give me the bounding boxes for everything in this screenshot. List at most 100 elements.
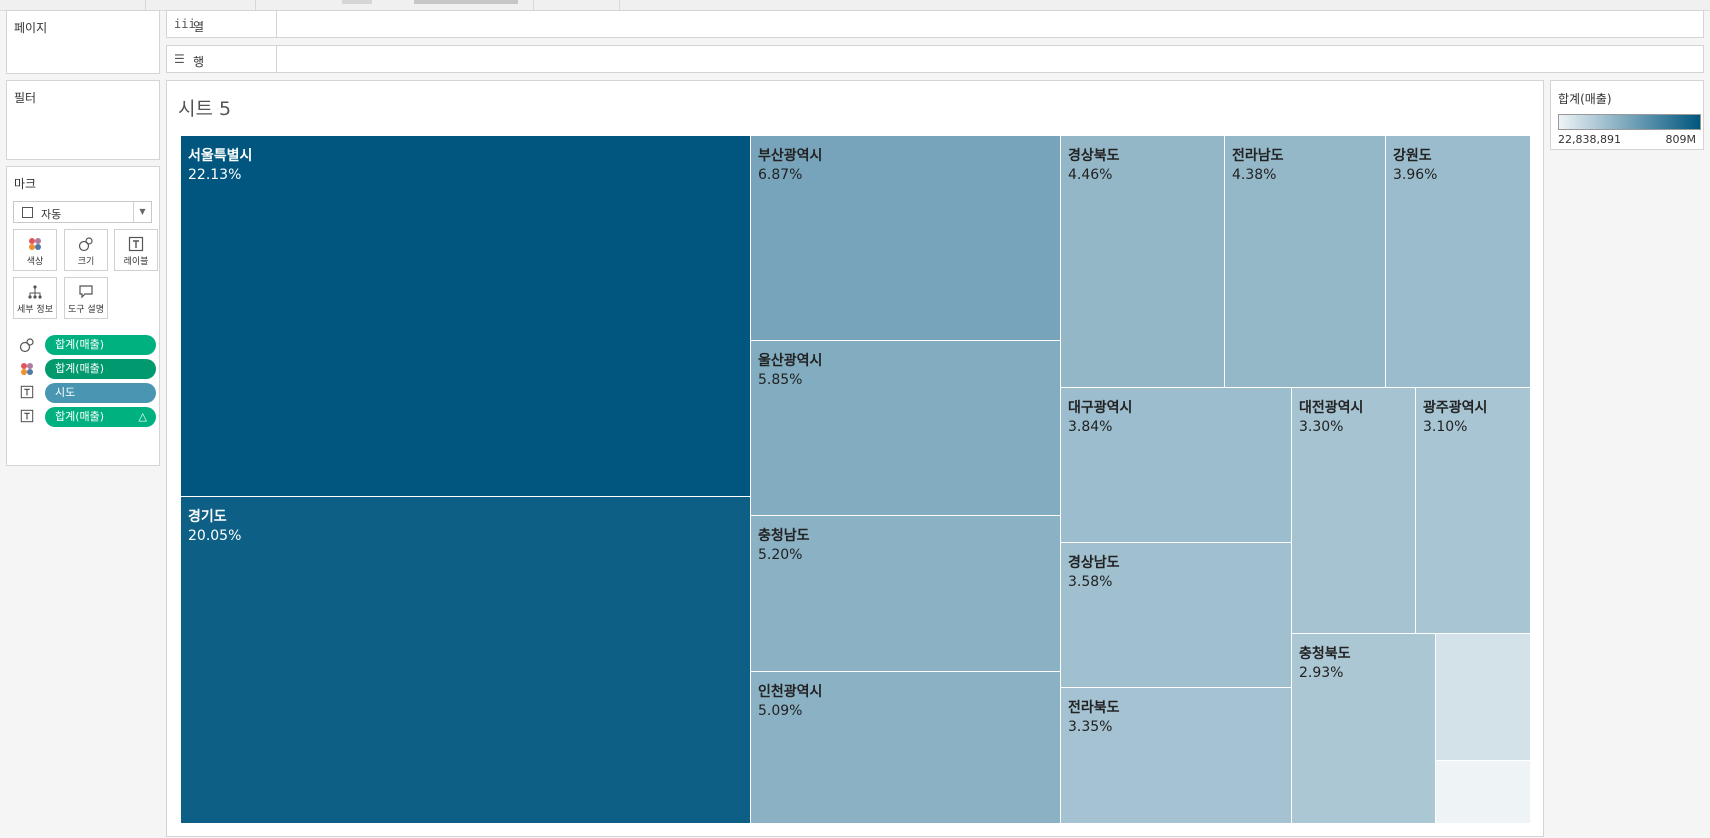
shelf-divider — [276, 46, 277, 72]
treemap-cell-pct: 2.93% — [1299, 665, 1344, 681]
detail-button[interactable]: 세부 정보 — [13, 277, 57, 319]
rows-icon: ☰ — [174, 52, 185, 66]
color-pill[interactable]: 합계(매출) — [45, 359, 156, 379]
color-legend: 합계(매출) 22,838,891 809M — [1550, 80, 1704, 150]
treemap-cell-name: 인천광역시 — [758, 684, 823, 700]
treemap-cell-pct: 20.05% — [188, 528, 242, 544]
treemap-cell[interactable]: 경상북도 4.46% — [1061, 136, 1225, 388]
treemap-cell-name: 광주광역시 — [1423, 400, 1488, 416]
treemap-cell-pct: 4.46% — [1068, 167, 1113, 183]
size-icon — [65, 236, 107, 252]
treemap-cell[interactable]: 울산광역시 5.85% — [751, 341, 1061, 516]
filters-shelf[interactable]: 필터 — [6, 80, 160, 160]
treemap-cell-pct: 3.96% — [1393, 167, 1438, 183]
mark-type-value: 자동 — [41, 208, 62, 221]
color-button-label: 색상 — [26, 257, 44, 267]
size-pill[interactable]: 합계(매출) — [45, 335, 156, 355]
tab-indicator — [342, 0, 372, 4]
filters-title: 필터 — [14, 91, 37, 105]
treemap-cell-name: 경상북도 — [1068, 148, 1120, 164]
treemap-cell-name: 대구광역시 — [1068, 400, 1133, 416]
rows-label: 행 — [193, 55, 205, 69]
treemap-cell-pct: 5.85% — [758, 372, 803, 388]
treemap-cell[interactable]: 경상남도 3.58% — [1061, 543, 1292, 688]
treemap-cell-name: 대전광역시 — [1299, 400, 1364, 416]
treemap-cell-pct: 3.84% — [1068, 419, 1113, 435]
treemap-cell-name: 강원도 — [1393, 148, 1432, 164]
toolbar-segment — [0, 0, 146, 10]
treemap-cell[interactable]: 대전광역시 3.30% — [1292, 388, 1416, 634]
color-icon — [14, 236, 56, 252]
treemap-cell-pct: 5.20% — [758, 547, 803, 563]
tab-indicator — [414, 0, 518, 4]
mark-pill-row: 합계(매출) — [19, 359, 156, 379]
sheet-title: 시트 5 — [178, 98, 232, 120]
label-icon — [19, 409, 35, 425]
treemap-cell[interactable] — [1436, 761, 1531, 824]
tooltip-button[interactable]: 도구 설명 — [64, 277, 108, 319]
size-icon — [19, 337, 35, 353]
mark-square-icon — [22, 207, 33, 218]
mark-pill-row: 합계(매출) — [19, 335, 156, 355]
sheet-view: 시트 5 서울특별시 22.13% 경기도 20.05% 부산광역시 6.87% 울산광역시… — [166, 80, 1544, 837]
legend-title: 합계(매출) — [1558, 92, 1612, 106]
treemap-cell-name: 경기도 — [188, 509, 227, 525]
pages-shelf[interactable]: 페이지 — [6, 10, 160, 74]
treemap-cell[interactable]: 인천광역시 5.09% — [751, 672, 1061, 824]
color-button[interactable]: 색상 — [13, 229, 57, 271]
treemap-cell-pct: 3.35% — [1068, 719, 1113, 735]
treemap-cell[interactable] — [1436, 634, 1531, 761]
mark-pill-row: 합계(매출) △ — [19, 407, 156, 427]
treemap-cell-pct: 22.13% — [188, 167, 242, 183]
treemap-cell-name: 울산광역시 — [758, 353, 823, 369]
treemap-cell-pct: 4.38% — [1232, 167, 1277, 183]
treemap-cell[interactable]: 광주광역시 3.10% — [1416, 388, 1531, 634]
pages-title: 페이지 — [14, 21, 48, 35]
size-button[interactable]: 크기 — [64, 229, 108, 271]
tooltip-icon — [65, 284, 107, 300]
treemap-cell-pct: 3.30% — [1299, 419, 1344, 435]
marks-card: 마크 자동 ▼ 색상 크기 레이블 세부 정보 도구 설명 합계(매출) 합계(… — [6, 166, 160, 466]
color-icon — [19, 361, 35, 377]
mark-type-dropdown[interactable]: 자동 ▼ — [13, 201, 152, 223]
treemap-cell[interactable]: 경기도 20.05% — [181, 497, 751, 824]
detail-button-label: 세부 정보 — [17, 305, 53, 315]
treemap-cell[interactable]: 전라남도 4.38% — [1225, 136, 1386, 388]
treemap-cell-pct: 5.09% — [758, 703, 803, 719]
treemap-cell-name: 전라남도 — [1232, 148, 1284, 164]
label-pill-sales[interactable]: 합계(매출) △ — [45, 407, 156, 427]
treemap-cell-pct: 6.87% — [758, 167, 803, 183]
chevron-down-icon[interactable]: ▼ — [133, 202, 151, 222]
legend-min-value: 22,838,891 — [1558, 133, 1621, 146]
treemap-cell[interactable]: 충청남도 5.20% — [751, 516, 1061, 672]
columns-shelf[interactable]: iii 열 — [166, 10, 1704, 38]
treemap-cell[interactable]: 충청북도 2.93% — [1292, 634, 1436, 824]
treemap-cell-name: 충청남도 — [758, 528, 810, 544]
label-button[interactable]: 레이블 — [114, 229, 158, 271]
treemap-cell-pct: 3.58% — [1068, 574, 1113, 590]
label-pill-sales-text: 합계(매출) — [55, 410, 105, 423]
tooltip-button-label: 도구 설명 — [68, 305, 104, 315]
label-icon — [115, 236, 157, 252]
treemap-cell[interactable]: 전라북도 3.35% — [1061, 688, 1292, 824]
marks-title: 마크 — [14, 177, 37, 191]
legend-max-value: 809M — [1665, 133, 1697, 146]
label-pill-sido[interactable]: 시도 — [45, 383, 156, 403]
treemap-chart: 서울특별시 22.13% 경기도 20.05% 부산광역시 6.87% 울산광역시 5.85%… — [181, 136, 1531, 824]
treemap-cell-name: 경상남도 — [1068, 555, 1120, 571]
toolbar-segment — [534, 0, 620, 10]
toolbar-segment — [146, 0, 256, 10]
detail-icon — [14, 284, 56, 300]
treemap-cell[interactable]: 대구광역시 3.84% — [1061, 388, 1292, 543]
treemap-cell-name: 충청북도 — [1299, 646, 1351, 662]
treemap-cell[interactable]: 부산광역시 6.87% — [751, 136, 1061, 341]
treemap-cell-name: 전라북도 — [1068, 700, 1120, 716]
columns-label: 열 — [193, 20, 205, 34]
treemap-cell[interactable]: 서울특별시 22.13% — [181, 136, 751, 497]
shelf-divider — [276, 11, 277, 37]
size-button-label: 크기 — [77, 257, 95, 267]
label-button-label: 레이블 — [123, 257, 149, 267]
mark-pill-row: 시도 — [19, 383, 156, 403]
treemap-cell[interactable]: 강원도 3.96% — [1386, 136, 1531, 388]
rows-shelf[interactable]: ☰ 행 — [166, 45, 1704, 73]
